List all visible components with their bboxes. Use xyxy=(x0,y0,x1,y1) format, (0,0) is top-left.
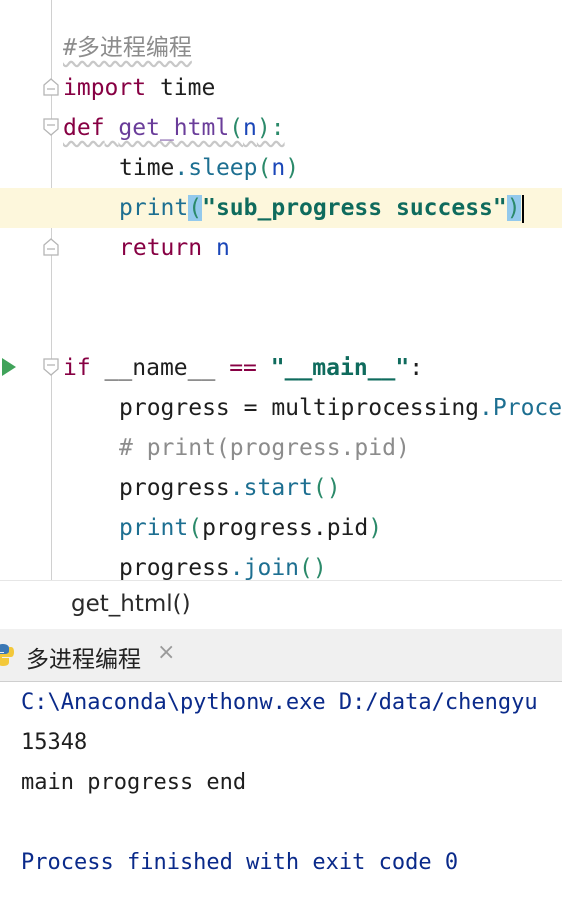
operator-eq: == xyxy=(229,355,257,381)
dot: . xyxy=(174,155,189,181)
return-value: n xyxy=(202,235,230,261)
code-line-comment[interactable]: #多进程编程 xyxy=(0,28,562,68)
paren: ( xyxy=(229,115,244,141)
comment-pid: # print(progress.pid) xyxy=(119,435,410,461)
run-tab[interactable]: 多进程编程 × xyxy=(0,629,190,681)
string-literal: "sub_progress success" xyxy=(202,195,507,221)
code-line-join[interactable]: progress.join() xyxy=(0,548,562,580)
pid-expr: progress.pid xyxy=(202,515,369,541)
keyword-def: def xyxy=(63,115,105,141)
builtin-print: print xyxy=(119,515,189,541)
assign-expr: progress = multiprocessing xyxy=(119,395,480,421)
close-icon[interactable]: × xyxy=(157,640,175,665)
run-console-output[interactable]: C:\Anaconda\pythonw.exe D:/data/chengyu … xyxy=(0,682,562,907)
dot: . xyxy=(229,475,244,501)
keyword-return: return xyxy=(119,235,203,261)
fold-marker-icon[interactable] xyxy=(43,358,59,376)
code-line-return[interactable]: return n xyxy=(0,228,562,268)
breadcrumb-item[interactable]: get_html() xyxy=(71,591,191,617)
code-line-progress-assign[interactable]: progress = multiprocessing.Proce xyxy=(0,388,562,428)
code-line-def[interactable]: def get_html(n): xyxy=(0,108,562,148)
paren: () xyxy=(299,555,327,580)
breadcrumb[interactable]: get_html() xyxy=(0,580,562,630)
string-main: "__main__" xyxy=(270,355,410,381)
paren-highlight: ( xyxy=(188,195,203,221)
console-line-pid: 15348 xyxy=(21,730,88,755)
method-start: start xyxy=(243,475,313,501)
code-line-comment-pid[interactable]: # print(progress.pid) xyxy=(0,428,562,468)
paren: ) xyxy=(285,155,300,181)
colon: : xyxy=(409,355,424,381)
dot: . xyxy=(229,555,244,580)
run-arrow-icon[interactable] xyxy=(2,358,16,376)
code-line-import[interactable]: import time xyxy=(0,68,562,108)
module-name: time xyxy=(146,75,216,101)
paren: () xyxy=(312,475,341,501)
fold-marker-icon[interactable] xyxy=(43,238,59,256)
paren: ( xyxy=(188,515,203,541)
param-n: n xyxy=(243,115,257,141)
code-line-start[interactable]: progress.start() xyxy=(0,468,562,508)
method-sleep: sleep xyxy=(188,155,258,181)
var-progress: progress xyxy=(119,555,230,580)
fold-marker-icon[interactable] xyxy=(43,118,59,136)
class-process: Proce xyxy=(492,395,562,421)
builtin-print: print xyxy=(119,195,189,221)
console-line-command: C:\Anaconda\pythonw.exe D:/data/chengyu xyxy=(21,690,538,715)
arg-n: n xyxy=(271,155,286,181)
console-line-main-end: main progress end xyxy=(21,770,247,795)
method-join: join xyxy=(243,555,300,580)
paren: ): xyxy=(256,115,285,141)
paren: ( xyxy=(257,155,272,181)
code-line-if-main[interactable]: if __name__ == "__main__": xyxy=(0,348,562,388)
python-icon xyxy=(0,644,14,666)
code-editor[interactable]: #多进程编程 import time def get_html(n): time… xyxy=(0,0,562,580)
obj-time: time xyxy=(119,155,175,181)
run-tool-window-tabs: 多进程编程 × xyxy=(0,629,562,682)
var-progress: progress xyxy=(119,475,230,501)
console-line-exit: Process finished with exit code 0 xyxy=(21,850,459,875)
function-name: get_html xyxy=(118,115,230,141)
code-line-print-current[interactable]: print("sub_progress success") xyxy=(0,188,562,228)
fold-marker-icon[interactable] xyxy=(43,78,59,96)
run-tab-label: 多进程编程 xyxy=(26,647,141,673)
keyword-import: import xyxy=(63,75,147,101)
paren-highlight: ) xyxy=(506,195,521,221)
comment-text: #多进程编程 xyxy=(63,35,192,61)
keyword-if: if xyxy=(63,355,91,381)
dot: . xyxy=(479,395,493,421)
code-line-sleep[interactable]: time.sleep(n) xyxy=(0,148,562,188)
paren: ) xyxy=(368,515,383,541)
dunder-name: __name__ xyxy=(90,355,230,381)
text-caret xyxy=(521,194,524,223)
code-line-print-pid[interactable]: print(progress.pid) xyxy=(0,508,562,548)
